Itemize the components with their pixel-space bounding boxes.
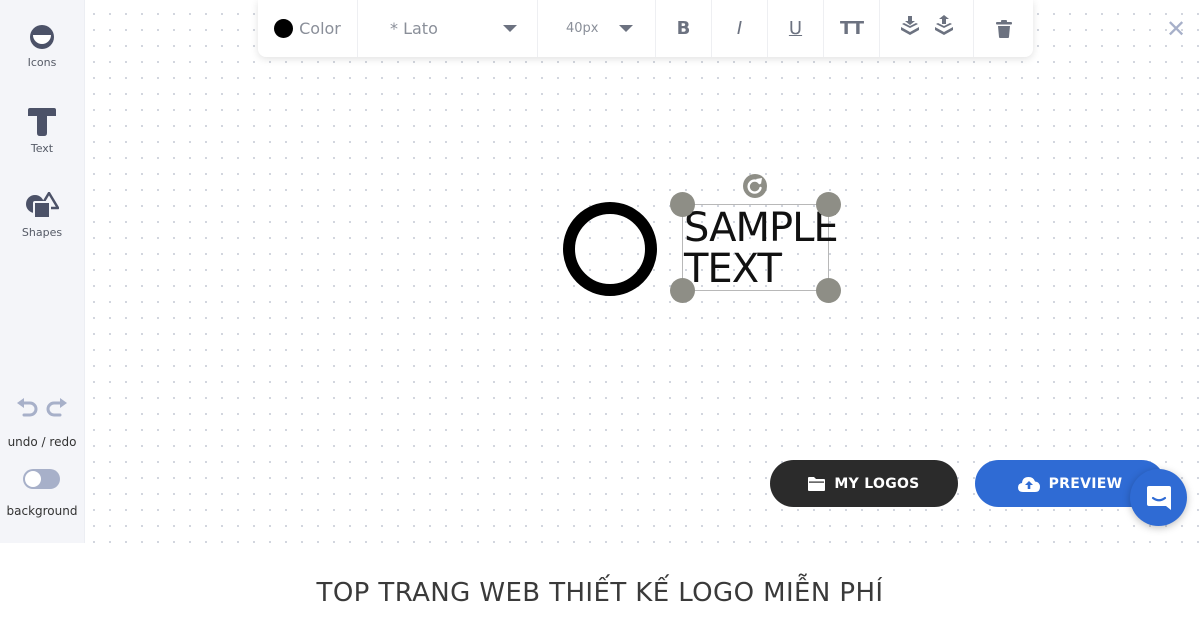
chat-icon [1146,485,1171,510]
circle-shape[interactable] [563,202,657,296]
shapes-tool[interactable]: Shapes [0,192,84,239]
page-headline: TOP TRANG WEB THIẾT KẾ LOGO MIỄN PHÍ [316,578,884,608]
chat-widget-button[interactable] [1130,469,1187,526]
underline-button[interactable]: U [768,0,824,57]
underline-label: U [788,18,803,39]
uppercase-label: TT [840,18,864,39]
font-size-select[interactable]: 40px [538,0,656,57]
text-tool[interactable]: Text [0,108,84,155]
font-size-value: 40px [566,21,599,36]
my-logos-label: MY LOGOS [834,475,920,492]
icons-tool[interactable]: Icons [0,24,84,69]
background-toggle[interactable] [23,469,60,489]
layer-buttons [880,0,974,57]
undo-redo-group [0,398,84,424]
redo-button[interactable] [44,398,70,422]
close-editor-button[interactable]: ✕ [1166,17,1186,41]
italic-button[interactable]: I [712,0,768,57]
icons-tool-label: Icons [27,56,57,69]
shapes-tool-label: Shapes [21,226,63,239]
undo-icon [16,398,38,417]
folder-icon [808,476,826,491]
preview-label: PREVIEW [1048,475,1123,492]
background-label: background [6,504,78,518]
rotate-handle[interactable] [743,174,767,198]
icons-tool-icon [30,25,54,49]
redo-icon [46,398,68,417]
background-toggle-knob [25,471,41,487]
sample-text-line-1: SAMPLE [684,205,839,251]
italic-label: I [736,18,743,39]
color-label: Color [299,19,341,38]
bold-label: B [676,18,691,39]
text-tool-icon [28,108,56,136]
color-picker[interactable]: Color [258,0,358,57]
sample-text-object[interactable]: SAMPLE TEXT [682,204,839,292]
editor-canvas-area: Icons Text Shapes undo / redo background… [0,0,1200,543]
send-backward-button[interactable] [899,15,921,42]
chevron-down-icon [619,25,633,32]
sample-text-line-2: TEXT [684,246,782,292]
chevron-down-icon [503,25,517,32]
resize-handle-top-left[interactable] [670,192,695,217]
layer-down-icon [900,16,919,35]
uppercase-button[interactable]: TT [824,0,880,57]
rotate-icon [747,178,762,194]
sidebar: Icons Text Shapes undo / redo background [0,0,85,543]
text-tool-label: Text [30,142,54,155]
cloud-upload-icon [1017,476,1040,492]
font-family-select[interactable]: * Lato [358,0,538,57]
resize-handle-bottom-right[interactable] [816,278,841,303]
undo-redo-label: undo / redo [7,435,77,449]
layer-up-icon [934,15,953,35]
text-format-toolbar: Color * Lato 40px B I U TT [258,0,1033,57]
bold-button[interactable]: B [656,0,712,57]
undo-button[interactable] [14,398,40,422]
font-family-value: * Lato [390,19,438,38]
delete-button[interactable] [974,0,1033,57]
my-logos-button[interactable]: MY LOGOS [770,460,958,507]
shapes-tool-icon [26,192,59,219]
bring-forward-button[interactable] [933,15,955,42]
trash-icon [995,19,1012,38]
resize-handle-top-right[interactable] [816,192,841,217]
color-swatch [274,19,294,38]
resize-handle-bottom-left[interactable] [670,278,695,303]
